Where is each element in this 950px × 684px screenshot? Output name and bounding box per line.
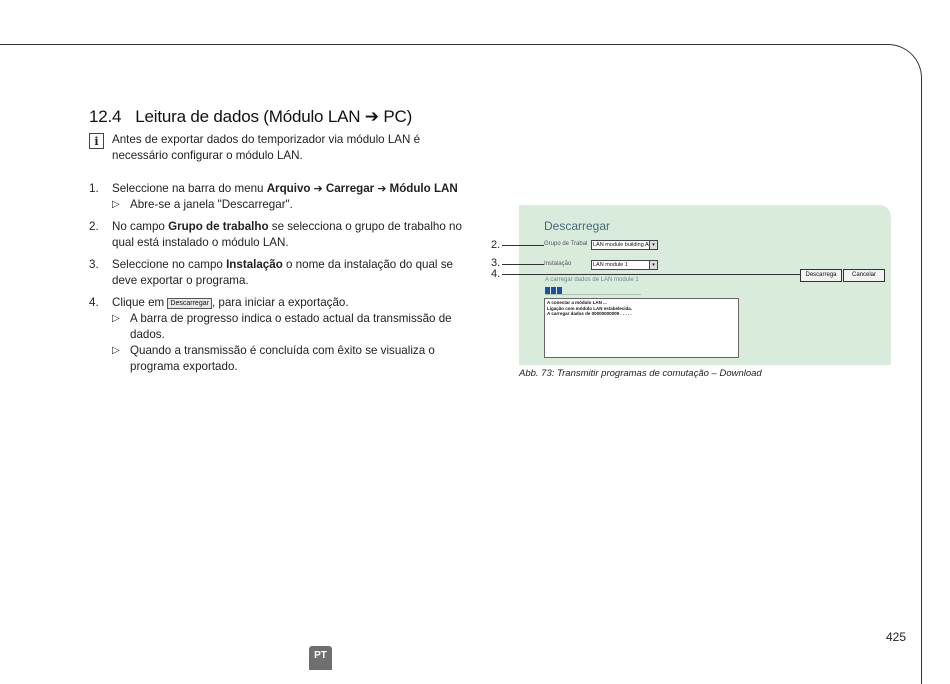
page-number: 425 <box>886 630 907 644</box>
status-label: A carregar dados de LAN module 1 <box>545 277 639 283</box>
chevron-down-icon: ▾ <box>649 241 657 249</box>
step-number: 1. <box>89 182 99 195</box>
step-4: 4. Clique em Descarregar, para iniciar a… <box>89 295 469 375</box>
info-text: Antes de exportar dados do temporizador … <box>112 133 421 162</box>
install-select[interactable]: LAN module 1 ▾ <box>591 260 658 270</box>
group-select[interactable]: LAN module building A ▾ <box>591 240 658 250</box>
step-list: 1. Seleccione na barra do menu Arquivo ➔… <box>89 181 469 381</box>
log-line: A carregar dados de 00000000009 . . . . … <box>547 311 632 316</box>
progress-fill <box>545 287 564 294</box>
callout-2: 2. <box>491 239 501 251</box>
step-1: 1. Seleccione na barra do menu Arquivo ➔… <box>89 181 469 213</box>
dialog-title: Descarregar <box>544 219 611 233</box>
section-number: 12.4 <box>89 107 122 126</box>
info-icon: i <box>89 133 104 149</box>
step-4-result-1: ▷ A barra de progresso indica o estado ac… <box>112 312 452 341</box>
section-title: 12.4 Leitura de dados (Módulo LAN ➔ PC) <box>89 107 412 127</box>
result-arrow-icon: ▷ <box>112 345 120 356</box>
figure-caption: Abb. 73: Transmitir programas de comutaç… <box>519 368 762 379</box>
install-label: Instalação <box>544 261 572 267</box>
group-label: Grupo de Trabal <box>544 241 588 247</box>
step-3: 3. Seleccione no campo Instalação o nome… <box>89 258 453 287</box>
menu-modulo-lan: Módulo LAN <box>389 182 458 195</box>
callout-2-line <box>502 245 544 246</box>
result-arrow-icon: ▷ <box>112 313 120 324</box>
result-arrow-icon: ▷ <box>112 199 120 210</box>
step-4-result-2: ▷ Quando a transmissão é concluída com êx… <box>112 344 435 373</box>
language-tab: PT <box>309 646 332 670</box>
step-number: 3. <box>89 258 99 271</box>
chevron-down-icon: ▾ <box>649 261 657 269</box>
callout-3-line <box>502 264 544 265</box>
step-2: 2. No campo Grupo de trabalho se selecci… <box>89 220 462 249</box>
log-box: A conectar a módulo LAN ... Ligação com … <box>544 298 739 358</box>
cancel-button[interactable]: Cancelar <box>843 269 885 282</box>
step-number: 2. <box>89 220 99 233</box>
menu-arquivo: Arquivo <box>266 182 311 195</box>
inline-descarregar-button: Descarregar <box>167 298 212 309</box>
download-dialog-figure: Descarregar Grupo de Trabal LAN module b… <box>519 205 891 365</box>
download-button[interactable]: Descarrega <box>800 269 842 282</box>
callout-4: 4. <box>491 268 501 280</box>
menu-carregar: Carregar <box>325 182 375 195</box>
section-heading: Leitura de dados (Módulo LAN ➔ PC) <box>135 107 413 126</box>
step-number: 4. <box>89 296 99 309</box>
callout-4-line <box>502 274 800 275</box>
step-1-result: ▷ Abre-se a janela "Descarregar". <box>112 198 293 211</box>
